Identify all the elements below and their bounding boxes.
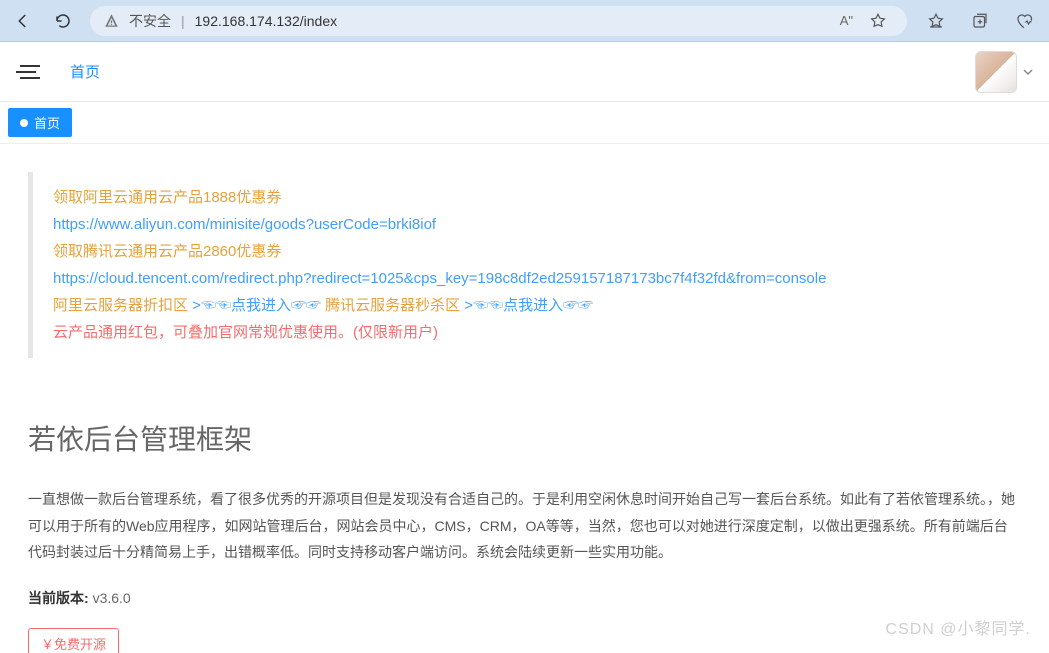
version-value: v3.6.0	[93, 590, 131, 606]
page-description: 一直想做一款后台管理系统，看了很多优秀的开源项目但是发现没有合适自己的。于是利用…	[28, 486, 1021, 566]
user-menu-caret-icon[interactable]	[1023, 64, 1033, 80]
app-header: 首页	[0, 42, 1049, 102]
menu-toggle-icon[interactable]	[16, 60, 40, 84]
address-bar[interactable]: 不安全 | 192.168.174.132/index A"	[90, 6, 907, 36]
refresh-button[interactable]	[50, 8, 76, 34]
promo-block: 领取阿里云通用云产品1888优惠券 https://www.aliyun.com…	[28, 172, 1021, 358]
promo-red-note: 云产品通用红包，可叠加官网常规优惠使用。(仅限新用户)	[53, 319, 1021, 346]
avatar[interactable]	[975, 51, 1017, 93]
page-title: 若依后台管理框架	[28, 418, 1021, 458]
insecure-icon	[104, 13, 119, 28]
back-button[interactable]	[10, 8, 36, 34]
promo-tencent-coupon-label: 领取腾讯云通用云产品2860优惠券	[53, 238, 1021, 265]
tab-label: 首页	[34, 113, 60, 132]
tab-active-dot-icon	[20, 119, 28, 127]
version-line: 当前版本: v3.6.0	[28, 588, 1021, 608]
aliyun-servers-label: 阿里云服务器折扣区	[53, 297, 188, 314]
promo-server-line: 阿里云服务器折扣区 >☜☜点我进入☞☞ 腾讯云服务器秒杀区 >☜☜点我进入☞☞	[53, 292, 1021, 319]
insecure-label: 不安全	[129, 11, 171, 31]
url-text: 192.168.174.132/index	[195, 13, 337, 29]
promo-aliyun-link[interactable]: https://www.aliyun.com/minisite/goods?us…	[53, 211, 1021, 238]
enter-link-2[interactable]: >☜☜点我进入☞☞	[460, 297, 593, 314]
favorite-icon[interactable]	[863, 6, 893, 36]
collections-icon[interactable]	[965, 6, 995, 36]
divider: |	[181, 13, 185, 29]
enter-link-1[interactable]: >☜☜点我进入☞☞	[188, 297, 325, 314]
tab-bar: 首页	[0, 102, 1049, 144]
favorites-list-icon[interactable]	[921, 6, 951, 36]
text-size-icon[interactable]: A"	[840, 13, 853, 28]
breadcrumb[interactable]: 首页	[70, 61, 100, 82]
browser-toolbar: 不安全 | 192.168.174.132/index A"	[0, 0, 1049, 42]
page-content: 领取阿里云通用云产品1888优惠券 https://www.aliyun.com…	[0, 144, 1049, 653]
promo-tencent-link[interactable]: https://cloud.tencent.com/redirect.php?r…	[53, 265, 1021, 292]
tencent-servers-label: 腾讯云服务器秒杀区	[325, 297, 460, 314]
tab-home[interactable]: 首页	[8, 108, 72, 137]
free-open-source-button[interactable]: ￥免费开源	[28, 628, 119, 653]
promo-aliyun-coupon-label: 领取阿里云通用云产品1888优惠券	[53, 184, 1021, 211]
version-label: 当前版本:	[28, 590, 89, 606]
health-icon[interactable]	[1009, 6, 1039, 36]
